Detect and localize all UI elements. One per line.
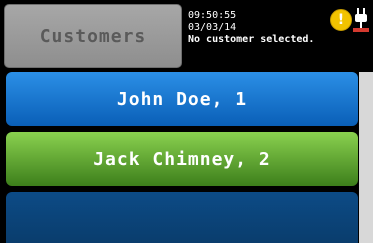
customer-name-label: Jack Chimney, 2 xyxy=(93,148,271,170)
customer-name-label: John Doe, 1 xyxy=(116,88,248,110)
warning-icon[interactable]: ! xyxy=(330,9,352,31)
list-scrollbar[interactable] xyxy=(359,72,373,243)
current-date: 03/03/14 xyxy=(188,22,237,33)
customers-title-label: Customers xyxy=(39,25,147,47)
status-info: 09:50:55 03/03/14 No customer selected. xyxy=(188,10,314,46)
customer-item-john-doe[interactable]: John Doe, 1 xyxy=(6,72,358,126)
top-bar: Customers 09:50:55 03/03/14 No customer … xyxy=(0,0,373,70)
selection-status-message: No customer selected. xyxy=(188,34,315,45)
app-screen: Customers 09:50:55 03/03/14 No customer … xyxy=(0,0,373,243)
current-time: 09:50:55 xyxy=(188,10,237,21)
customer-item-jack-chimney[interactable]: Jack Chimney, 2 xyxy=(6,132,358,186)
customer-list: John Doe, 1 Jack Chimney, 2 xyxy=(6,72,358,243)
empty-list-row xyxy=(6,192,358,243)
warning-icon-glyph: ! xyxy=(337,12,345,28)
power-plug-icon xyxy=(353,8,369,32)
customers-title-button[interactable]: Customers xyxy=(4,4,182,68)
